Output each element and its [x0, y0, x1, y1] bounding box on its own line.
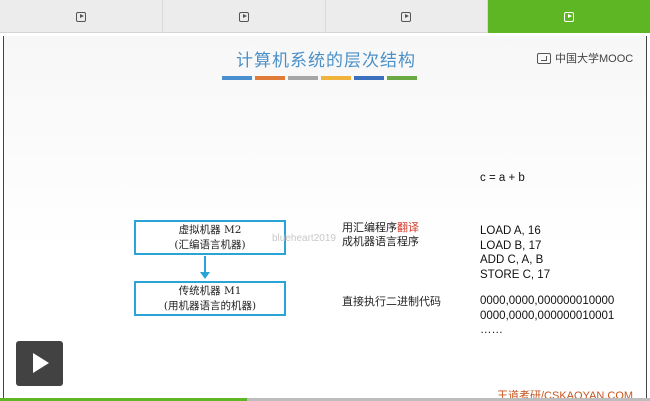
binary-line: ……	[480, 324, 503, 336]
video-tab-4[interactable]	[488, 0, 650, 33]
binary-line: 0000,0000,000000010000	[480, 295, 615, 307]
virtual-machine-title: 虚拟机器 M2	[178, 223, 242, 236]
virtual-machine-box: 虚拟机器 M2 (汇编语言机器)	[134, 220, 286, 255]
assembly-line: LOAD B, 17	[480, 239, 542, 252]
mooc-logo: 中国大学MOOC	[537, 50, 633, 66]
assembly-line: ADD C, A, B	[480, 254, 544, 266]
play-icon	[564, 11, 575, 22]
assembly-line: LOAD A, 16	[480, 225, 541, 237]
watermark: blueheart2019	[272, 233, 336, 244]
assembly-code: LOAD A, 16 LOAD B, 17 ADD C, A, B STORE …	[480, 224, 550, 282]
play-icon	[401, 11, 412, 22]
binary-code: 0000,0000,000000010000 0000,0000,0000000…	[480, 294, 614, 338]
traditional-machine-subtitle: (用机器语言的机器)	[163, 299, 257, 312]
translate-desc-highlight: 翻译	[397, 221, 419, 234]
mooc-logo-icon	[537, 52, 551, 64]
assembly-line: STORE C, 17	[480, 268, 551, 281]
traditional-machine-title: 传统机器 M1	[178, 284, 242, 297]
title-color-bar-2	[255, 76, 285, 80]
expression-text: c = a + b	[480, 172, 525, 184]
execute-description: 直接执行二进制代码	[342, 295, 441, 308]
virtual-machine-subtitle: (汇编语言机器)	[174, 238, 246, 251]
title-color-bar-4	[321, 76, 351, 80]
video-tab-2[interactable]	[163, 0, 326, 33]
title-color-bar-3	[288, 76, 318, 80]
title-color-bar-1	[222, 76, 252, 80]
video-tab-1[interactable]	[0, 0, 163, 33]
translate-description: 用汇编程序翻译 成机器语言程序	[342, 221, 419, 249]
down-arrow-icon	[200, 272, 210, 279]
title-color-bars	[222, 76, 417, 80]
video-tab-3[interactable]	[326, 0, 489, 33]
title-color-bar-6	[387, 76, 417, 80]
translate-desc-line2: 成机器语言程序	[342, 235, 419, 248]
translate-desc-prefix: 用汇编程序	[342, 221, 397, 234]
traditional-machine-box: 传统机器 M1 (用机器语言的机器)	[134, 281, 286, 316]
mooc-logo-text: 中国大学MOOC	[555, 53, 634, 65]
play-icon	[75, 11, 86, 22]
video-tab-bar	[0, 0, 650, 33]
play-button[interactable]	[16, 341, 63, 386]
lecture-slide: 计算机系统的层次结构 中国大学MOOC 虚拟机器 M2 (汇编语言机器) 传统机…	[3, 36, 647, 401]
binary-line: 0000,0000,000000010001	[480, 309, 615, 322]
play-icon	[238, 11, 249, 22]
title-color-bar-5	[354, 76, 384, 80]
